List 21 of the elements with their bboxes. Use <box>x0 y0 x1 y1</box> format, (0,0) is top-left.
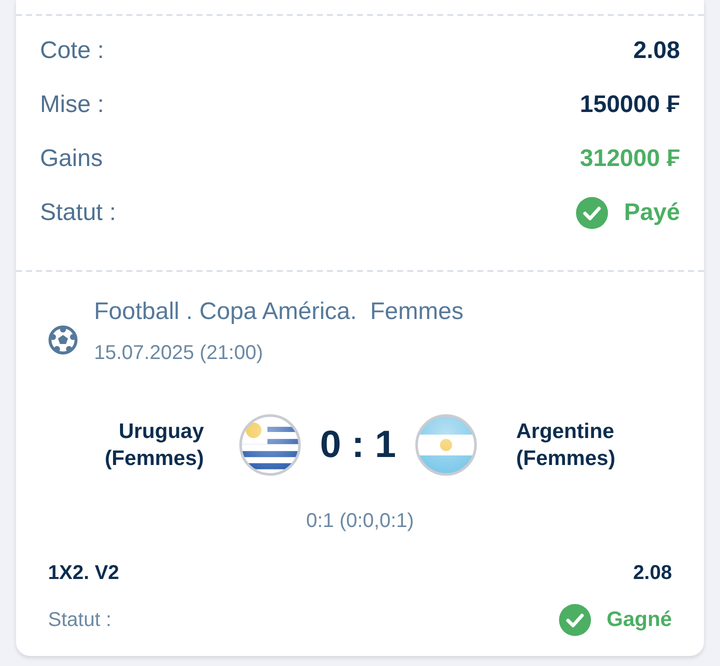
summary-label: Statut : <box>40 198 116 228</box>
match-score: 0 : 1 <box>320 422 396 468</box>
bet-odds: 2.08 <box>633 561 672 586</box>
event-date: 15.07.2025 (21:00) <box>94 341 264 366</box>
summary-label: Gains <box>40 144 103 174</box>
team-name: Argentine (Femmes) <box>516 418 616 472</box>
bet-selection: 1X2. V2 <box>48 561 120 586</box>
winnings-value: 312000 ₣ <box>580 144 680 174</box>
status-label: Statut : <box>48 608 112 633</box>
status-text: Gagné <box>606 607 672 634</box>
match-result: 0:1 (0:0,0:1) <box>305 509 415 534</box>
summary-value: 2.08 <box>633 36 680 66</box>
soccer-ball-icon <box>48 325 78 355</box>
summary-label: Cote : <box>40 36 104 66</box>
event-title: Football . Copa América. Femmes <box>94 297 464 327</box>
team-name: Uruguay (Femmes) <box>104 418 204 472</box>
summary-label: Mise : <box>40 90 104 120</box>
check-icon <box>576 197 608 229</box>
summary-value: 150000 ₣ <box>580 90 680 120</box>
check-icon <box>558 604 591 636</box>
status-text: Payé <box>624 198 680 228</box>
